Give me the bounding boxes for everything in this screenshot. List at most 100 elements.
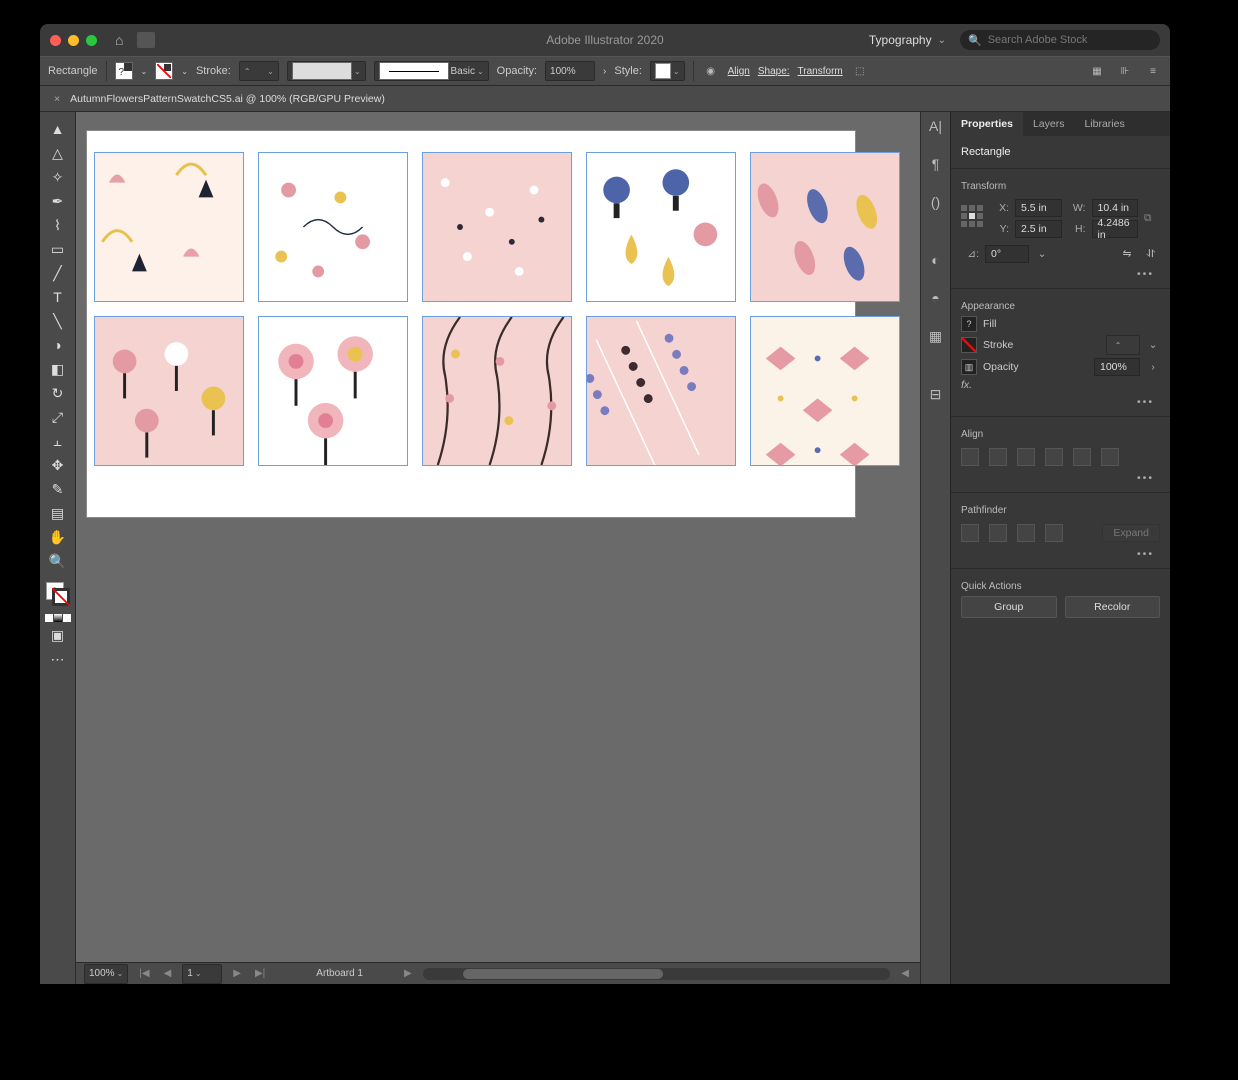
color-guide-panel-icon[interactable]: ◓ <box>926 288 946 308</box>
fill-swatch[interactable] <box>115 62 133 80</box>
fill-dropdown[interactable]: ⌄ <box>141 67 148 76</box>
arrange-documents-icon[interactable] <box>137 32 155 48</box>
direct-selection-tool[interactable]: △ <box>44 142 72 164</box>
zoom-level[interactable]: 100%⌄ <box>84 964 128 984</box>
opacity-input[interactable]: 100% <box>545 61 595 81</box>
group-button[interactable]: Group <box>961 596 1057 618</box>
document-tab[interactable]: × AutumnFlowersPatternSwatchCS5.ai @ 100… <box>40 86 1170 112</box>
tab-properties[interactable]: Properties <box>951 112 1023 136</box>
eraser-tool[interactable]: ◧ <box>44 358 72 380</box>
fx-label[interactable]: fx. <box>961 379 972 391</box>
close-window[interactable] <box>50 35 61 46</box>
horizontal-scrollbar[interactable] <box>423 968 891 980</box>
align-more[interactable]: ••• <box>961 470 1160 486</box>
scroll-left[interactable]: ▶ <box>401 968 415 979</box>
angle-input[interactable]: 0° <box>985 245 1029 263</box>
shape-link[interactable]: Shape: <box>758 66 790 77</box>
align-hcenter-icon[interactable] <box>989 448 1007 466</box>
pattern-swatch-4[interactable] <box>586 152 736 302</box>
y-input[interactable]: 2.5 in <box>1015 220 1062 238</box>
flip-horizontal-icon[interactable]: ⇋ <box>1118 245 1136 263</box>
home-icon[interactable]: ⌂ <box>115 32 123 48</box>
align-bottom-icon[interactable] <box>1101 448 1119 466</box>
pattern-swatch-9[interactable] <box>586 316 736 466</box>
shape-builder-tool[interactable]: ◑ <box>44 334 72 356</box>
rotate-tool[interactable]: ↻ <box>44 382 72 404</box>
pattern-swatch-7[interactable] <box>258 316 408 466</box>
stroke-weight-dropdown[interactable]: ⌄ <box>1146 339 1160 351</box>
canvas[interactable] <box>76 112 920 962</box>
stroke-swatch-panel[interactable] <box>961 337 977 353</box>
search-input[interactable]: 🔍 Search Adobe Stock <box>960 30 1160 50</box>
last-artboard[interactable]: ▶| <box>252 968 268 979</box>
align-vcenter-icon[interactable] <box>1073 448 1091 466</box>
character-panel-icon[interactable]: A| <box>926 116 946 136</box>
eyedropper-tool[interactable]: ✎ <box>44 478 72 500</box>
pattern-swatch-5[interactable] <box>750 152 900 302</box>
graphic-style[interactable]: ⌄ <box>650 61 685 81</box>
paragraph-panel-icon[interactable]: ¶ <box>926 154 946 174</box>
stroke-swatch[interactable] <box>155 62 173 80</box>
width-tool[interactable]: ⫠ <box>44 430 72 452</box>
recolor-button[interactable]: Recolor <box>1065 596 1161 618</box>
maximize-window[interactable] <box>86 35 97 46</box>
appearance-more[interactable]: ••• <box>961 394 1160 410</box>
w-input[interactable]: 10.4 in <box>1092 199 1139 217</box>
pattern-swatch-3[interactable] <box>422 152 572 302</box>
distribute-icon[interactable]: ⊪ <box>1116 62 1134 80</box>
opacity-panel-flyout[interactable]: › <box>1146 361 1160 373</box>
pattern-swatch-1[interactable] <box>94 152 244 302</box>
align-right-icon[interactable] <box>1017 448 1035 466</box>
color-mode-row[interactable] <box>45 614 71 622</box>
pen-tool[interactable]: ✒ <box>44 190 72 212</box>
free-transform-tool[interactable]: ✥ <box>44 454 72 476</box>
unite-icon[interactable] <box>961 524 979 542</box>
swatches-panel-icon[interactable]: ▦ <box>926 326 946 346</box>
opacity-flyout[interactable]: › <box>603 66 606 77</box>
pattern-swatch-6[interactable] <box>94 316 244 466</box>
pattern-swatch-8[interactable] <box>422 316 572 466</box>
gradient-tool[interactable]: ▤ <box>44 502 72 524</box>
hand-tool[interactable]: ✋ <box>44 526 72 548</box>
close-tab-icon[interactable]: × <box>54 93 60 105</box>
flip-vertical-icon[interactable]: ⥯ <box>1142 245 1160 263</box>
selection-tool[interactable]: ▲ <box>44 118 72 140</box>
stroke-weight-panel[interactable]: ⌃ <box>1106 335 1140 355</box>
paintbrush-tool[interactable]: ╱ <box>44 262 72 284</box>
angle-dropdown[interactable]: ⌄ <box>1035 248 1049 260</box>
exclude-icon[interactable] <box>1045 524 1063 542</box>
isolate-icon[interactable]: ⬚ <box>851 62 869 80</box>
next-artboard[interactable]: ▶ <box>230 968 244 979</box>
scale-tool[interactable]: ⤢ <box>44 406 72 428</box>
prev-artboard[interactable]: ◀ <box>161 968 175 979</box>
align-to-artboard-icon[interactable]: ▦ <box>1088 62 1106 80</box>
tab-libraries[interactable]: Libraries <box>1074 112 1134 136</box>
edit-toolbar[interactable]: ⋯ <box>44 648 72 670</box>
fill-swatch-panel[interactable]: ? <box>961 316 977 332</box>
reference-point[interactable] <box>961 196 985 236</box>
align-top-icon[interactable] <box>1045 448 1063 466</box>
minus-front-icon[interactable] <box>989 524 1007 542</box>
stroke-profile[interactable]: ⌄ <box>287 61 366 81</box>
scroll-right[interactable]: ◀ <box>898 968 912 979</box>
options-icon[interactable]: ≡ <box>1144 62 1162 80</box>
recolor-icon[interactable]: ◉ <box>702 62 720 80</box>
workspace-switcher[interactable]: Typography ⌄ <box>869 33 946 47</box>
brush-definition[interactable]: Basic ⌄ <box>374 61 489 81</box>
intersect-icon[interactable] <box>1017 524 1035 542</box>
align-left-icon[interactable] <box>961 448 979 466</box>
stroke-dropdown[interactable]: ⌄ <box>181 67 188 76</box>
pathfinder-more[interactable]: ••• <box>961 546 1160 562</box>
transform-more[interactable]: ••• <box>961 266 1160 282</box>
pattern-swatch-2[interactable] <box>258 152 408 302</box>
align-link[interactable]: Align <box>728 66 750 77</box>
stroke-panel-icon[interactable]: ⊟ <box>926 384 946 404</box>
transform-link[interactable]: Transform <box>798 66 843 77</box>
rectangle-tool[interactable]: ▭ <box>44 238 72 260</box>
h-input[interactable]: 4.2486 in <box>1092 220 1139 238</box>
opacity-input-panel[interactable]: 100% <box>1094 358 1140 376</box>
glyphs-panel-icon[interactable]: () <box>926 192 946 212</box>
tab-layers[interactable]: Layers <box>1023 112 1075 136</box>
type-tool[interactable]: T <box>44 286 72 308</box>
screen-mode[interactable]: ▣ <box>44 624 72 646</box>
